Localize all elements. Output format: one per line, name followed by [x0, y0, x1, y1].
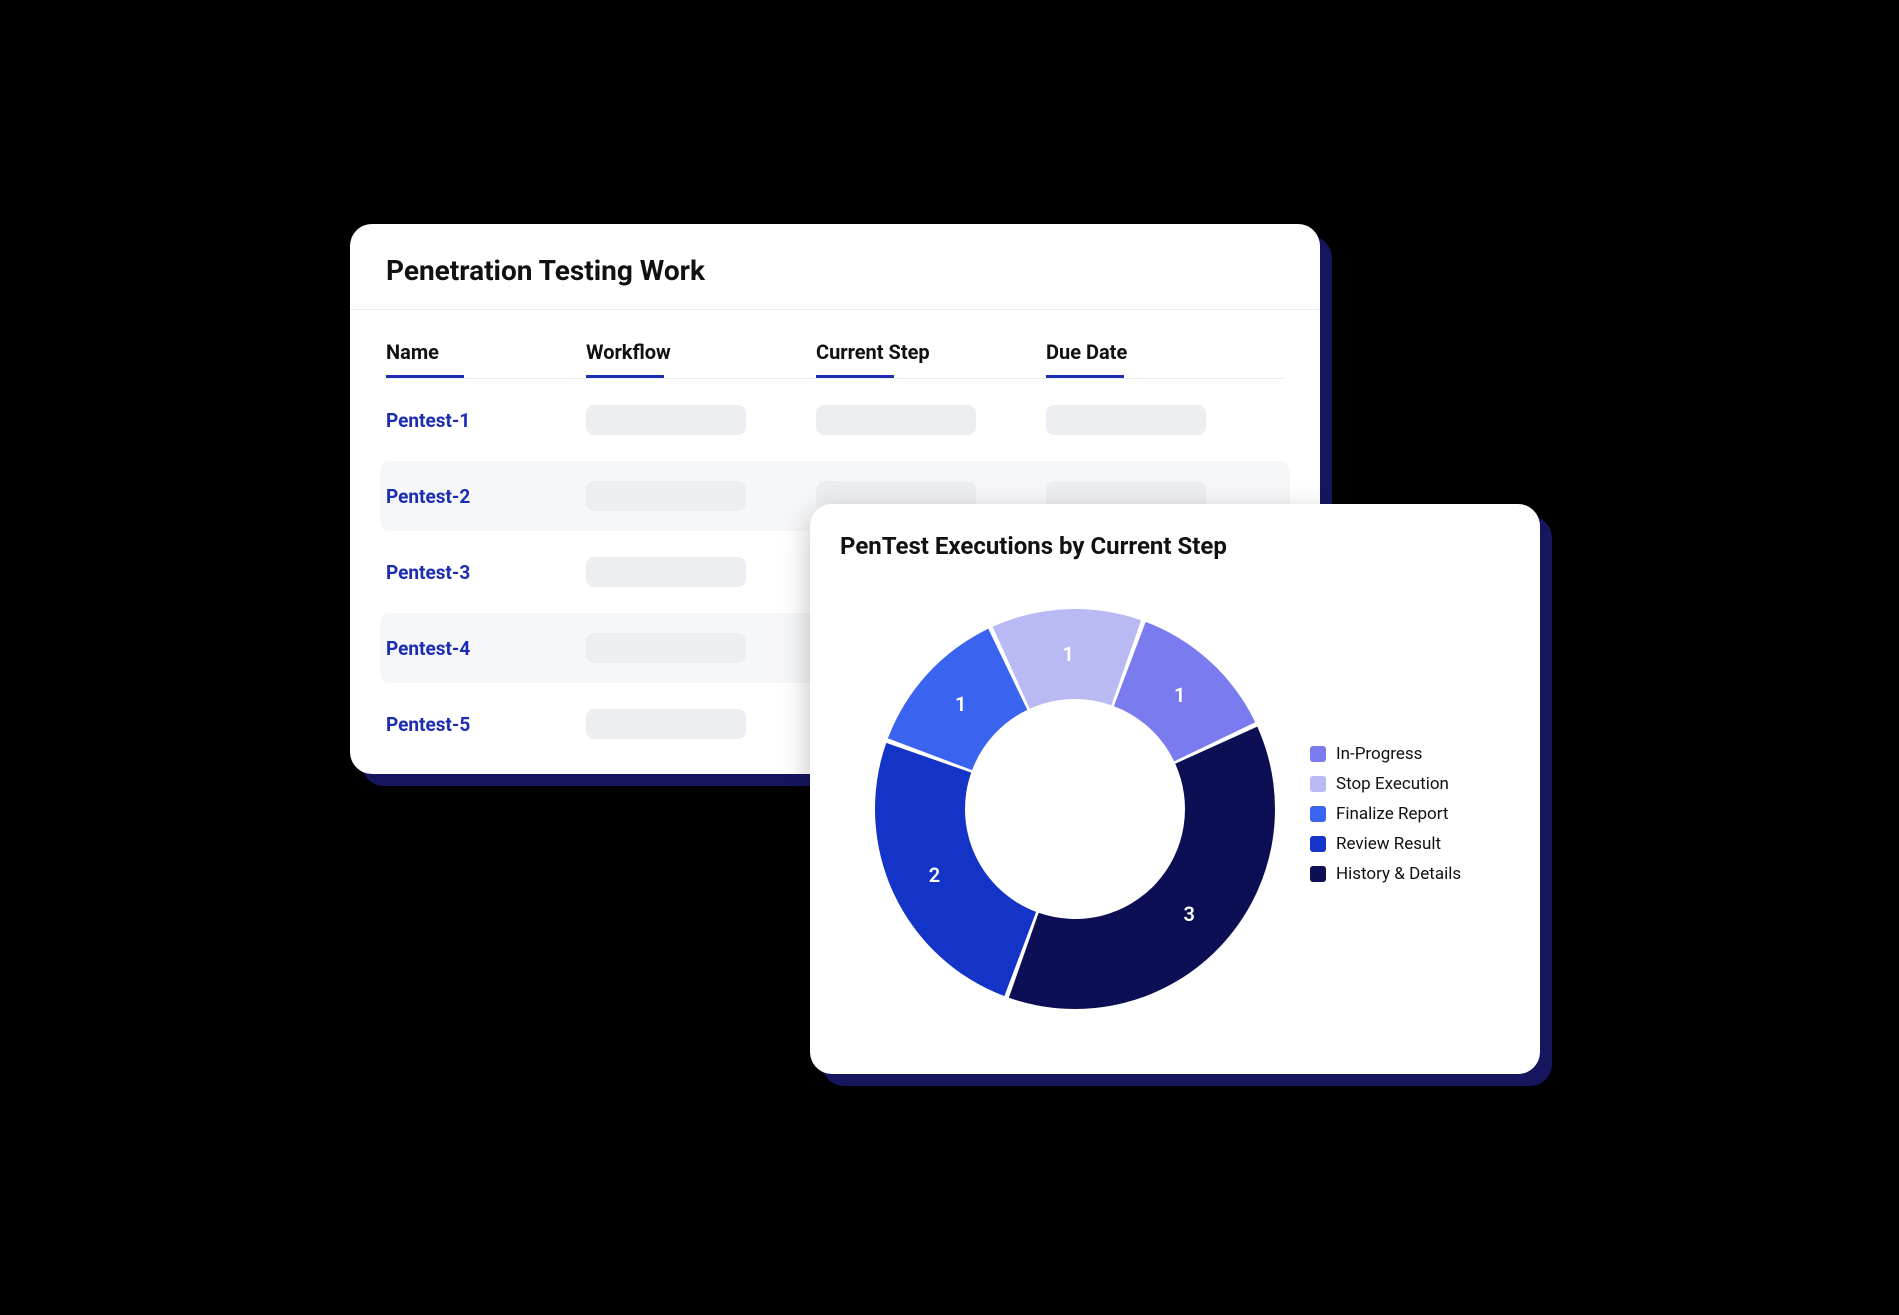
placeholder-cell [586, 633, 746, 663]
legend-label: Stop Execution [1336, 774, 1449, 794]
donut-slice[interactable] [875, 743, 1036, 996]
legend-item-review-result[interactable]: Review Result [1310, 834, 1510, 854]
legend-label: Finalize Report [1336, 804, 1448, 824]
column-header-label: Workflow [586, 340, 671, 364]
legend-item-history-details[interactable]: History & Details [1310, 864, 1510, 884]
donut-chart: 11123 [860, 594, 1290, 1024]
legend-label: History & Details [1336, 864, 1461, 884]
legend-swatch [1310, 806, 1326, 822]
legend-item-stop-execution[interactable]: Stop Execution [1310, 774, 1510, 794]
placeholder-cell [586, 405, 746, 435]
chart-title: PenTest Executions by Current Step [810, 504, 1540, 568]
placeholder-cell [816, 405, 976, 435]
legend-swatch [1310, 746, 1326, 762]
placeholder-cell [586, 481, 746, 511]
donut-slice[interactable] [1009, 727, 1275, 1009]
row-name-link[interactable]: Pentest-2 [386, 485, 586, 508]
column-underline [386, 375, 464, 378]
donut-svg [860, 594, 1290, 1024]
legend-label: In-Progress [1336, 744, 1422, 764]
placeholder-cell [1046, 405, 1206, 435]
row-name-link[interactable]: Pentest-3 [386, 561, 586, 584]
stage: Penetration Testing Work Name Workflow C… [250, 174, 1650, 1141]
column-header-workflow[interactable]: Workflow [586, 330, 816, 378]
legend-swatch [1310, 836, 1326, 852]
legend-item-finalize-report[interactable]: Finalize Report [1310, 804, 1510, 824]
column-header-label: Current Step [816, 340, 930, 364]
placeholder-cell [586, 709, 746, 739]
column-header-label: Due Date [1046, 340, 1127, 364]
legend-swatch [1310, 866, 1326, 882]
legend-item-in-progress[interactable]: In-Progress [1310, 744, 1510, 764]
column-header-name[interactable]: Name [386, 330, 586, 378]
column-underline [816, 375, 894, 378]
placeholder-cell [586, 557, 746, 587]
row-name-link[interactable]: Pentest-5 [386, 713, 586, 736]
table-row[interactable]: Pentest-1 [380, 385, 1290, 455]
header-baseline [386, 378, 1284, 379]
legend-label: Review Result [1336, 834, 1441, 854]
column-underline [586, 375, 664, 378]
card-title: Penetration Testing Work [350, 224, 1320, 309]
chart-legend: In-Progress Stop Execution Finalize Repo… [1310, 734, 1510, 894]
pentest-executions-card: PenTest Executions by Current Step 11123… [810, 504, 1540, 1074]
column-header-label: Name [386, 340, 439, 364]
column-underline [1046, 375, 1124, 378]
column-header-current-step[interactable]: Current Step [816, 330, 1046, 378]
legend-swatch [1310, 776, 1326, 792]
table-header-row: Name Workflow Current Step Due Date [386, 330, 1284, 378]
column-header-due-date[interactable]: Due Date [1046, 330, 1276, 378]
row-name-link[interactable]: Pentest-4 [386, 637, 586, 660]
row-name-link[interactable]: Pentest-1 [386, 409, 586, 432]
